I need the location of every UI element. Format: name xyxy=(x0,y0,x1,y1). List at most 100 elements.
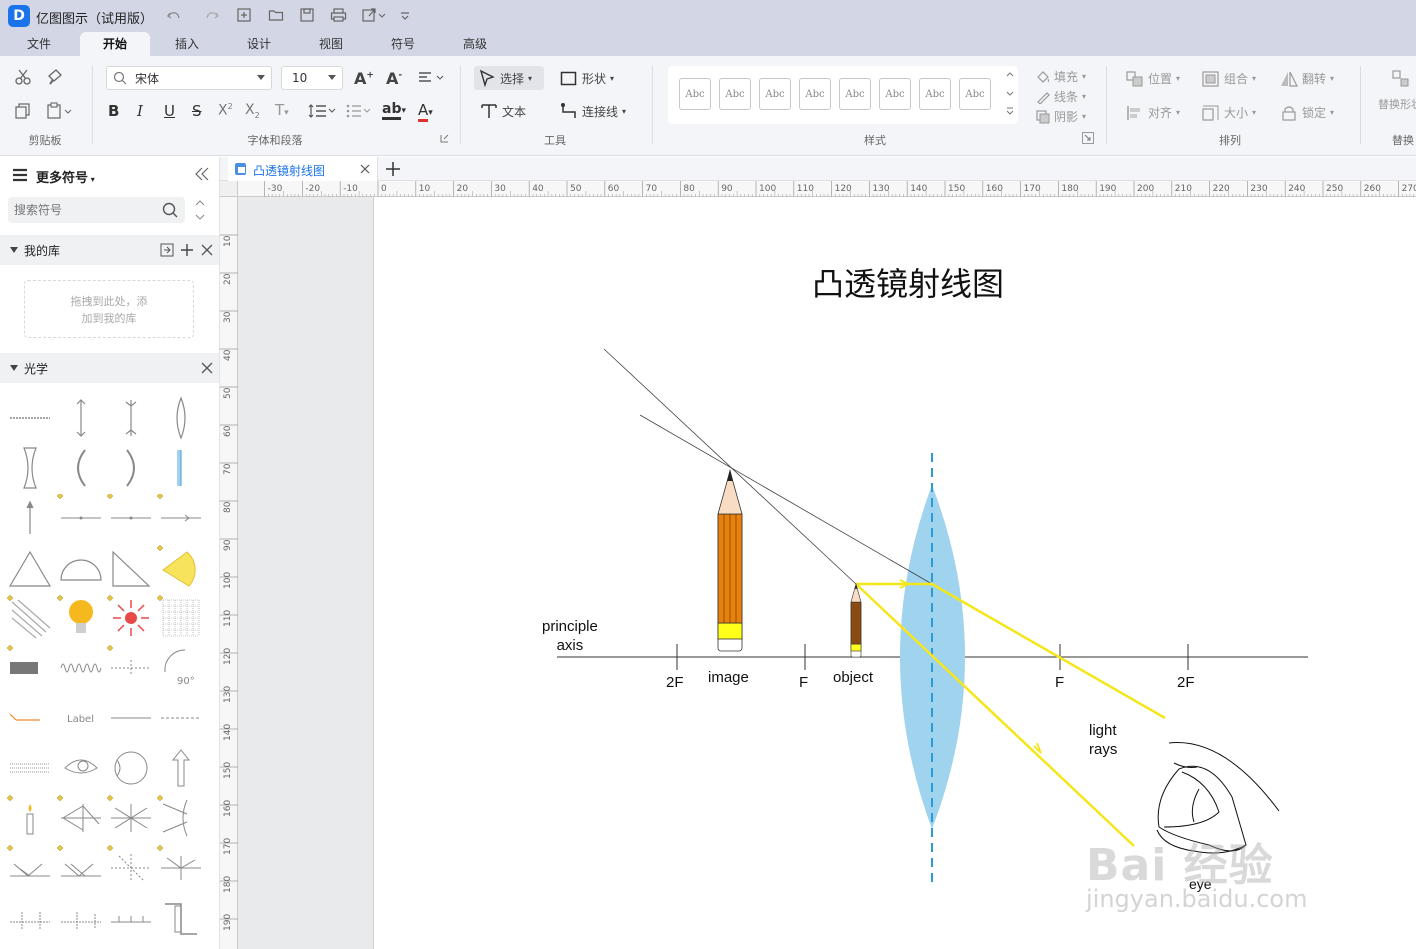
optics-header[interactable]: 光学 xyxy=(0,353,219,383)
ruler-label: 0 xyxy=(381,184,387,194)
drawing-canvas[interactable]: 凸透镜射线图 principle axis 2F image F object … xyxy=(374,197,1416,949)
library-drop-zone[interactable]: 拖拽到此处，添 加到我的库 xyxy=(24,280,194,338)
optics-shape-double-arrow[interactable] xyxy=(57,394,105,442)
style-swatch-4[interactable]: Abc xyxy=(799,78,831,110)
replace-shape-icon[interactable] xyxy=(1392,70,1410,88)
connector-tool-button[interactable]: 连接线 ▾ xyxy=(560,102,626,120)
redo-icon[interactable] xyxy=(204,7,220,23)
optics-shape-convex-lens[interactable] xyxy=(157,394,205,442)
close-tab-icon[interactable] xyxy=(360,164,370,174)
highlight-icon[interactable]: ab▾ xyxy=(382,101,406,120)
line-spacing-icon[interactable] xyxy=(308,103,338,119)
text-case-icon[interactable]: T▾ xyxy=(275,101,289,119)
document-tab-active[interactable]: 凸透镜射线图 xyxy=(228,157,378,181)
ruler-label: 40 xyxy=(532,184,544,194)
lock-button[interactable]: 锁定 ▾ xyxy=(1280,104,1334,121)
shape-tool-button[interactable]: 形状 ▾ xyxy=(560,70,614,87)
font-color-icon[interactable]: A▾ xyxy=(418,101,433,122)
paste-icon[interactable] xyxy=(46,102,74,120)
style-swatch-6[interactable]: Abc xyxy=(879,78,911,110)
underline-icon[interactable]: U xyxy=(164,102,175,120)
close-library-icon[interactable] xyxy=(201,244,213,256)
close-optics-icon[interactable] xyxy=(201,362,213,374)
export-icon[interactable] xyxy=(361,7,387,23)
collapse-sidebar-icon[interactable] xyxy=(194,167,210,181)
strikethrough-icon[interactable]: S xyxy=(192,102,202,120)
styles-dialog-launcher-icon[interactable] xyxy=(1082,132,1094,144)
optics-shape-convex-mirror[interactable] xyxy=(107,444,155,492)
label-2f-left[interactable]: 2F xyxy=(666,674,684,691)
label-object[interactable]: object xyxy=(833,669,873,686)
position-button[interactable]: 位置 ▾ xyxy=(1126,70,1180,87)
tab-home[interactable]: 开始 xyxy=(80,32,150,56)
tab-view[interactable]: 视图 xyxy=(302,32,360,56)
symbol-search-input[interactable] xyxy=(14,200,154,220)
shadow-button[interactable]: 阴影 ▾ xyxy=(1036,108,1086,125)
select-tool-button[interactable]: 选择 ▾ xyxy=(474,66,544,90)
font-name-select[interactable]: 宋体 xyxy=(106,66,272,90)
label-f-left[interactable]: F xyxy=(799,674,808,691)
gallery-scroll-icon[interactable] xyxy=(1004,70,1016,122)
tab-symbols[interactable]: 符号 xyxy=(374,32,432,56)
quick-access-dropdown-icon[interactable] xyxy=(399,9,411,21)
optics-shape-concave-mirror[interactable] xyxy=(57,444,105,492)
label-f-right[interactable]: F xyxy=(1055,674,1064,691)
light-ray-center[interactable] xyxy=(855,583,1135,847)
align-button[interactable]: 对齐 ▾ xyxy=(1126,104,1180,121)
label-2f-right[interactable]: 2F xyxy=(1177,674,1195,691)
style-swatch-5[interactable]: Abc xyxy=(839,78,871,110)
font-dialog-launcher-icon[interactable] xyxy=(440,134,449,143)
diagram-title[interactable]: 凸透镜射线图 xyxy=(812,259,1004,305)
object-pencil[interactable] xyxy=(850,582,862,658)
light-rays-label[interactable]: light rays xyxy=(1089,721,1117,759)
open-folder-icon[interactable] xyxy=(268,7,284,23)
principle-axis-label[interactable]: principle axis xyxy=(542,617,598,655)
style-swatch-1[interactable]: Abc xyxy=(679,78,711,110)
text-tool-button[interactable]: 文本 xyxy=(480,102,526,120)
optics-shape-glass-plate[interactable] xyxy=(157,444,205,492)
save-icon[interactable] xyxy=(299,7,315,23)
style-swatch-3[interactable]: Abc xyxy=(759,78,791,110)
tab-insert[interactable]: 插入 xyxy=(158,32,216,56)
image-pencil[interactable] xyxy=(717,469,743,652)
add-tab-icon[interactable] xyxy=(385,161,401,177)
label-image[interactable]: image xyxy=(708,669,749,686)
format-painter-icon[interactable] xyxy=(46,68,64,86)
watermark-url: jingyan.baidu.com xyxy=(1086,885,1308,913)
shrink-font-icon[interactable]: A- xyxy=(386,69,402,88)
construction-line-2[interactable] xyxy=(639,414,933,585)
line-button[interactable]: 线条 ▾ xyxy=(1036,88,1086,105)
copy-icon[interactable] xyxy=(14,102,32,120)
rotate-button[interactable]: 翻转 ▾ xyxy=(1280,70,1334,87)
style-swatch-7[interactable]: Abc xyxy=(919,78,951,110)
print-icon[interactable] xyxy=(330,7,347,23)
group-button[interactable]: 组合 ▾ xyxy=(1202,70,1256,87)
bold-icon[interactable]: B xyxy=(108,102,119,120)
italic-icon[interactable]: I xyxy=(137,102,143,120)
new-icon[interactable] xyxy=(236,7,252,23)
tab-design[interactable]: 设计 xyxy=(230,32,288,56)
superscript-icon[interactable]: X2 xyxy=(218,102,233,119)
cut-icon[interactable] xyxy=(14,68,32,86)
size-button[interactable]: 大小 ▾ xyxy=(1202,104,1256,121)
optics-shape-concave-lens[interactable] xyxy=(6,444,54,492)
optics-shape-plane-mirror[interactable] xyxy=(6,394,54,442)
tab-file[interactable]: 文件 xyxy=(10,32,68,56)
undo-icon[interactable] xyxy=(166,7,182,23)
search-icon[interactable] xyxy=(162,202,178,218)
more-symbols-header[interactable]: 更多符号 ▾ xyxy=(36,167,95,186)
tab-advanced[interactable]: 高级 xyxy=(446,32,504,56)
style-swatch-2[interactable]: Abc xyxy=(719,78,751,110)
paragraph-align-icon[interactable] xyxy=(418,71,446,85)
subscript-icon[interactable]: X2 xyxy=(245,102,260,120)
optics-shape-double-head[interactable] xyxy=(107,394,155,442)
bullet-list-icon[interactable] xyxy=(345,103,373,119)
import-library-icon[interactable] xyxy=(160,243,174,257)
font-size-select[interactable]: 10 xyxy=(281,66,343,90)
add-library-icon[interactable] xyxy=(180,243,194,257)
style-swatch-8[interactable]: Abc xyxy=(959,78,991,110)
replace-shape-button[interactable]: 替换形状 xyxy=(1378,96,1416,112)
search-scroll-up-icon[interactable] xyxy=(193,197,207,223)
fill-button[interactable]: 填充 ▾ xyxy=(1036,68,1086,85)
grow-font-icon[interactable]: A+ xyxy=(354,69,374,88)
